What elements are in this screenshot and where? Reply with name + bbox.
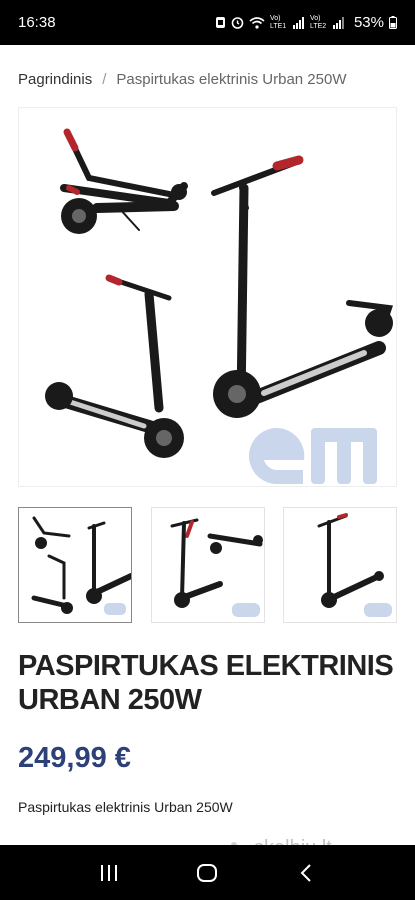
home-icon — [197, 863, 218, 882]
main-scooter — [211, 155, 394, 418]
back-button[interactable] — [286, 853, 326, 893]
recents-icon — [101, 864, 118, 881]
recents-button[interactable] — [89, 853, 129, 893]
signal-icon-2 — [332, 16, 345, 29]
signal-icon-1 — [292, 16, 305, 29]
breadcrumb-separator: / — [102, 71, 107, 88]
notification-icon — [215, 16, 226, 29]
product-description: Paspirtukas elektrinis Urban 250W — [18, 799, 233, 815]
thumbnail-3-image — [317, 513, 392, 617]
alarm-icon — [231, 16, 244, 29]
network-label-1: Vo) LTE1 — [269, 14, 287, 30]
status-bar: 16:38 Vo) LTE1 Vo) LTE2 53% — [0, 0, 415, 45]
folded-scooter — [60, 128, 188, 234]
watermark: skelbiu.lt — [220, 837, 332, 845]
network-label-2: Vo) LTE2 — [309, 14, 327, 30]
product-price: 249,99 € — [18, 742, 131, 774]
breadcrumb-home-link[interactable]: Pagrindinis — [18, 71, 92, 88]
thumbnail-strip — [18, 507, 397, 623]
wifi-icon — [249, 16, 265, 29]
scooter-product-illustration — [45, 128, 394, 484]
thumbnail-2[interactable] — [150, 507, 265, 623]
thumbnail-3[interactable] — [283, 507, 397, 623]
product-title: PASPIRTUKAS ELEKTRINIS URBAN 250W — [18, 650, 394, 716]
thumbnail-1[interactable] — [18, 507, 132, 623]
breadcrumb-current: Paspirtukas elektrinis Urban 250W — [116, 71, 347, 88]
android-navigation-bar — [0, 845, 415, 900]
home-button[interactable] — [187, 853, 227, 893]
back-icon — [300, 863, 311, 882]
product-main-image[interactable] — [18, 107, 397, 487]
product-page: Pagrindinis / Paspirtukas elektrinis Urb… — [0, 45, 415, 845]
status-icons: Vo) LTE1 Vo) LTE2 53% — [215, 14, 397, 31]
watermark-text: skelbiu.lt — [254, 837, 332, 845]
angled-scooter — [45, 274, 184, 458]
battery-percent: 53% — [353, 14, 384, 31]
status-time: 16:38 — [18, 14, 56, 31]
thumbnail-1-image — [31, 516, 131, 615]
em-logo — [249, 428, 377, 484]
battery-icon — [389, 16, 397, 29]
breadcrumb: Pagrindinis / Paspirtukas elektrinis Urb… — [18, 71, 347, 88]
thumbnail-2-image — [170, 518, 263, 617]
